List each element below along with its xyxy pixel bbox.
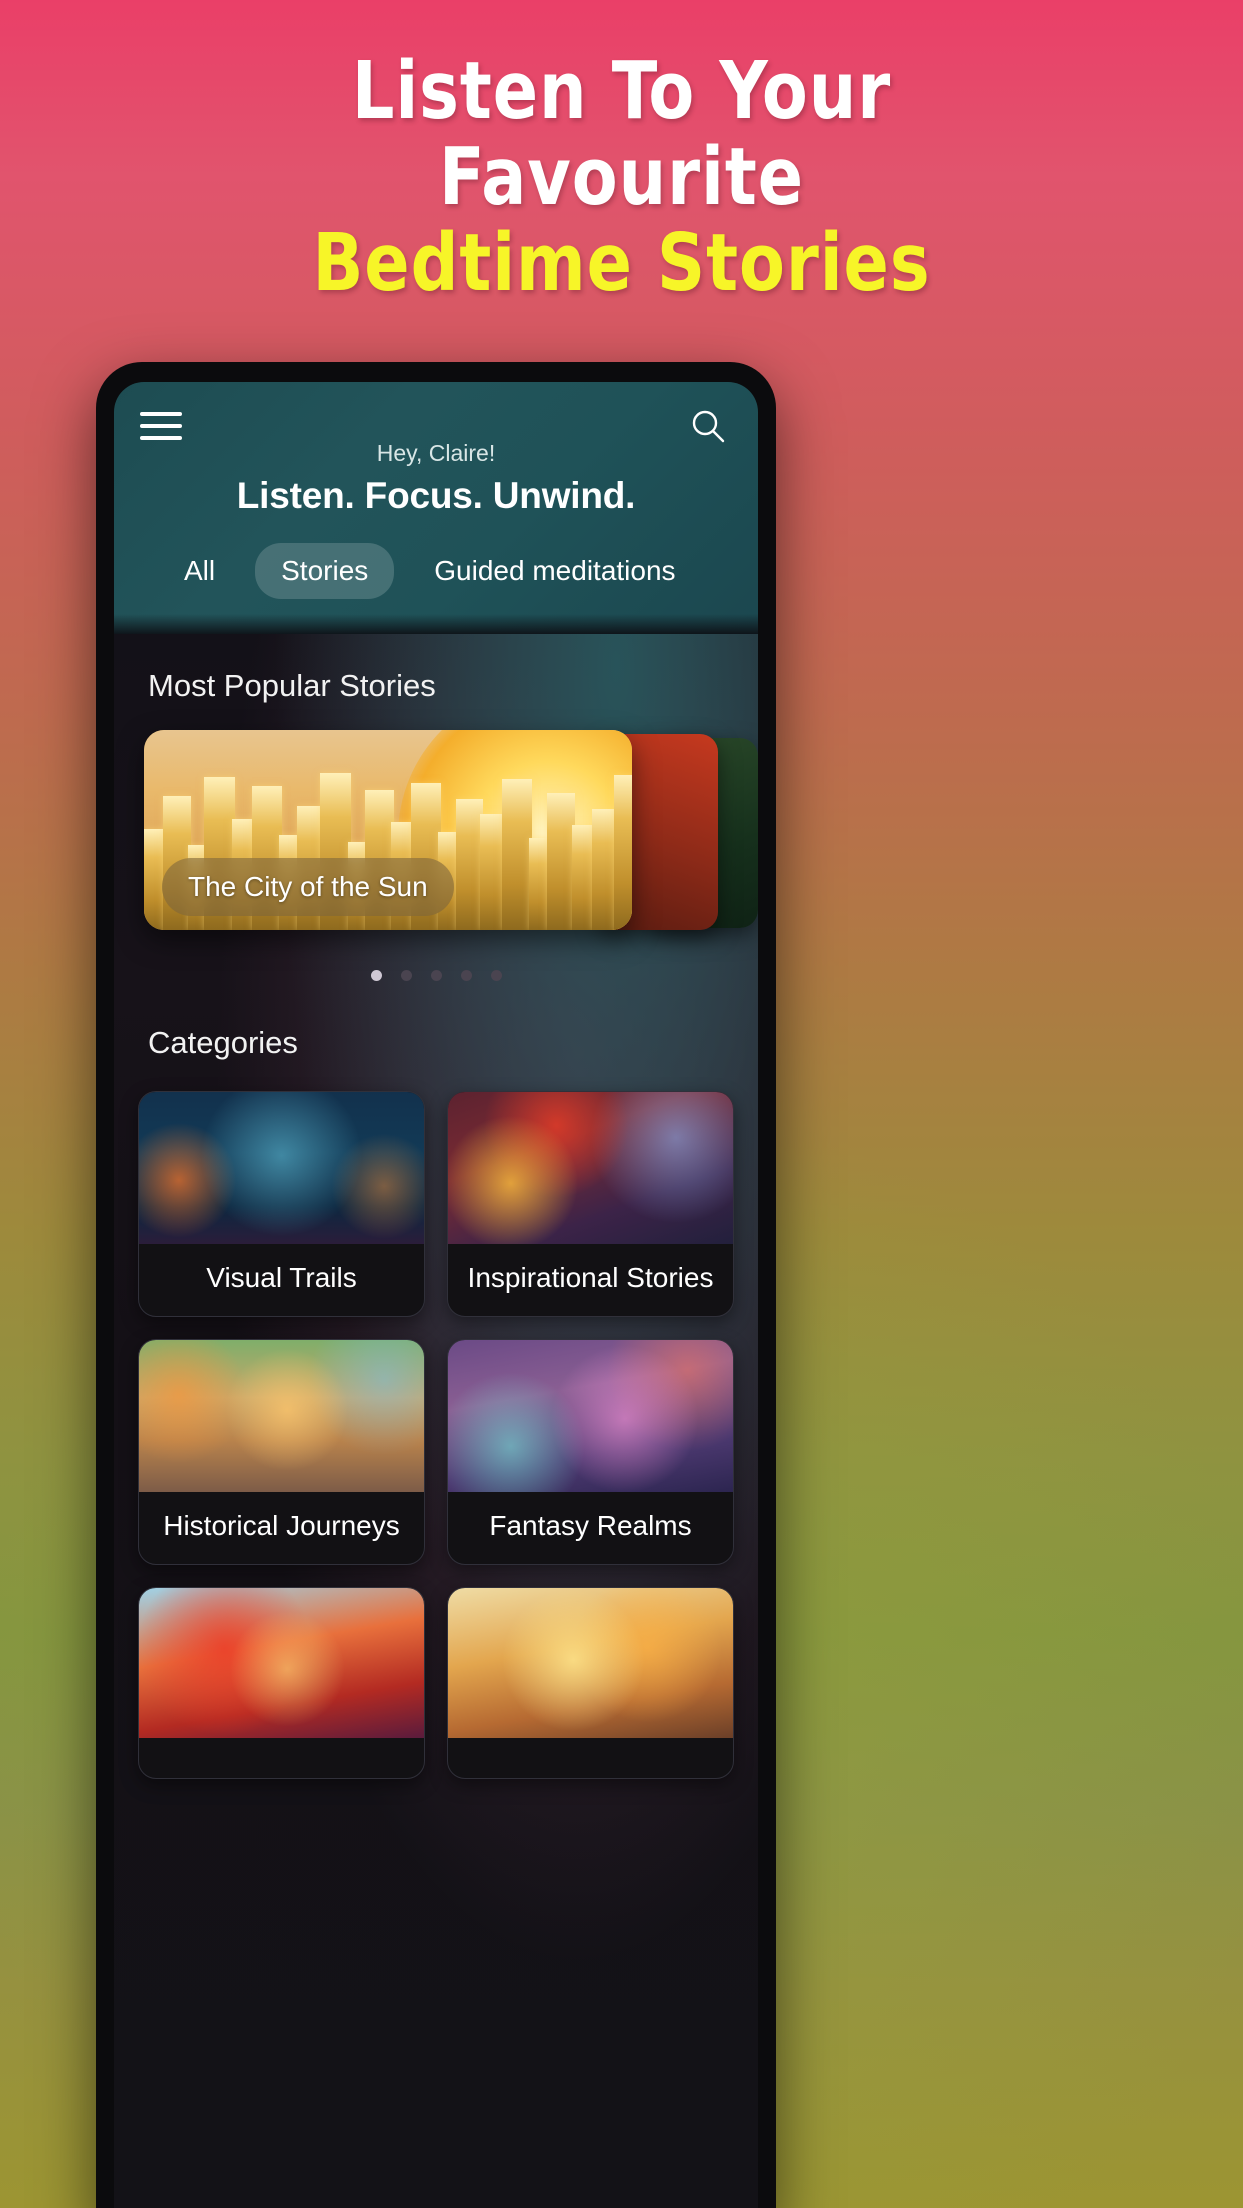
carousel-dot-3[interactable] <box>430 970 442 981</box>
tagline-text: Listen. Focus. Unwind. <box>236 475 636 516</box>
app-header: Hey, Claire! Listen. Focus. Unwind. All … <box>114 382 758 634</box>
promo-background: Listen To Your Favourite Bedtime Stories <box>0 0 1243 2208</box>
tab-sounds[interactable]: Sounds <box>716 543 732 599</box>
hamburger-bar <box>140 436 182 440</box>
artwork-tower <box>546 793 575 930</box>
tab-all[interactable]: All <box>158 543 241 599</box>
carousel-dot-4[interactable] <box>460 970 472 981</box>
category-card-row3-left[interactable] <box>138 1587 425 1779</box>
phone-screen: Hey, Claire! Listen. Focus. Unwind. All … <box>114 382 758 2208</box>
app-top-bar <box>140 382 732 446</box>
artwork-tower <box>614 775 632 930</box>
categories-grid: Visual Trails Inspirational Stories Hist… <box>138 1091 734 1779</box>
category-thumbnail <box>448 1588 733 1738</box>
tab-guided-meditations[interactable]: Guided meditations <box>408 543 701 599</box>
category-card-fantasy-realms[interactable]: Fantasy Realms <box>447 1339 734 1565</box>
headline-accent-line: Bedtime Stories <box>312 217 931 309</box>
category-thumbnail <box>139 1092 424 1244</box>
search-icon[interactable] <box>688 406 728 446</box>
promo-headline: Listen To Your Favourite Bedtime Stories <box>0 52 1243 310</box>
carousel-dot-1[interactable] <box>370 970 382 981</box>
popular-carousel[interactable]: The City of the Sun <box>138 730 758 936</box>
tab-stories[interactable]: Stories <box>255 543 395 599</box>
category-thumbnail <box>448 1340 733 1492</box>
hamburger-menu-icon[interactable] <box>140 412 182 440</box>
category-tabs: All Stories Guided meditations Sounds <box>140 543 732 599</box>
carousel-dot-2[interactable] <box>400 970 412 981</box>
category-card-inspirational-stories[interactable]: Inspirational Stories <box>447 1091 734 1317</box>
categories-section-title: Categories <box>148 1025 298 1060</box>
carousel-card-featured[interactable]: The City of the Sun <box>144 730 632 930</box>
category-card-row3-right[interactable] <box>447 1587 734 1779</box>
category-thumbnail <box>139 1588 424 1738</box>
greeting-text: Hey, Claire! <box>376 440 496 466</box>
most-popular-section-title: Most Popular Stories <box>148 668 436 703</box>
category-card-label <box>139 1738 424 1778</box>
category-thumbnail <box>448 1092 733 1244</box>
headline-line-2: Favourite <box>439 131 804 223</box>
category-thumbnail <box>139 1340 424 1492</box>
phone-mockup: Hey, Claire! Listen. Focus. Unwind. All … <box>96 362 776 2208</box>
artwork-tower <box>456 798 484 930</box>
category-card-visual-trails[interactable]: Visual Trails <box>138 1091 425 1317</box>
category-card-label: Fantasy Realms <box>489 1510 692 1541</box>
carousel-dot-5[interactable] <box>490 970 502 981</box>
headline-line-1: Listen To Your <box>351 45 892 137</box>
hamburger-bar <box>140 424 182 428</box>
hamburger-bar <box>140 412 182 416</box>
category-card-label <box>448 1738 733 1778</box>
carousel-pagination-dots[interactable] <box>138 970 734 981</box>
app-content: Most Popular Stories The City of the Sun <box>114 634 758 2208</box>
category-card-historical-journeys[interactable]: Historical Journeys <box>138 1339 425 1565</box>
category-card-label: Inspirational Stories <box>467 1262 714 1293</box>
artwork-tower <box>501 779 533 930</box>
featured-card-title: The City of the Sun <box>162 858 454 916</box>
category-card-label: Visual Trails <box>206 1262 357 1293</box>
category-card-label: Historical Journeys <box>163 1510 400 1541</box>
